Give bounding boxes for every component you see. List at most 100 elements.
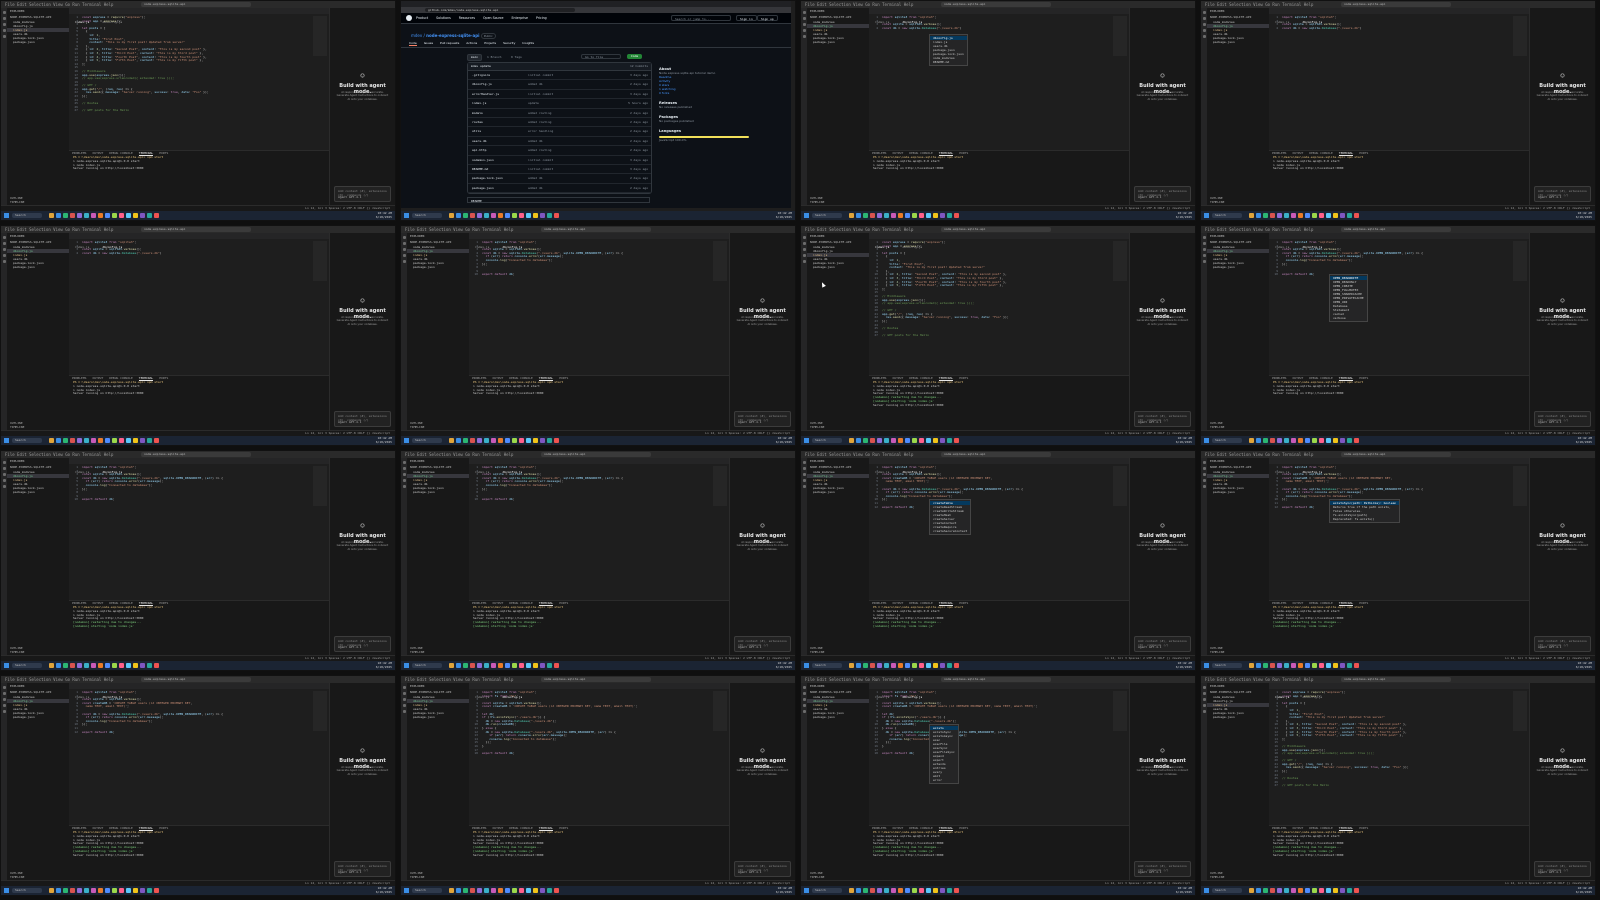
- minimap[interactable]: [1513, 241, 1527, 281]
- repo-tab[interactable]: Security: [503, 41, 515, 45]
- taskbar-app-icon[interactable]: [526, 888, 531, 893]
- minimap[interactable]: [1513, 16, 1527, 56]
- taskbar-app-icon[interactable]: [105, 213, 110, 218]
- taskbar-app-icon[interactable]: [147, 663, 152, 668]
- windows-start-icon[interactable]: [404, 438, 409, 443]
- taskbar-app-icon[interactable]: [1326, 888, 1331, 893]
- taskbar-app-icon[interactable]: [1305, 663, 1310, 668]
- file-row[interactable]: .gitignore initial commit 3 days ago: [468, 71, 651, 81]
- search-icon[interactable]: [802, 692, 806, 695]
- code-editor[interactable]: index.js dbconfig.js 1 import sqlite3 from …: [869, 458, 1129, 600]
- taskbar-app-icon[interactable]: [133, 663, 138, 668]
- search-icon[interactable]: [402, 242, 406, 245]
- chat-input[interactable]: Add context (#), extensions (@), command…: [334, 636, 391, 652]
- taskbar-app-icon[interactable]: [540, 213, 545, 218]
- source-control-icon[interactable]: [802, 248, 806, 251]
- taskbar-app-icon[interactable]: [463, 438, 468, 443]
- taskbar-app-icon[interactable]: [547, 888, 552, 893]
- chat-input[interactable]: Add context (#), extensions (@), command…: [1134, 186, 1191, 202]
- taskbar-app-icon[interactable]: [919, 888, 924, 893]
- taskbar-app-icon[interactable]: [856, 888, 861, 893]
- taskbar-app-icon[interactable]: [870, 213, 875, 218]
- search-icon[interactable]: [802, 17, 806, 20]
- file-commit-message[interactable]: initial commit: [528, 156, 553, 164]
- taskbar-search[interactable]: Search: [812, 213, 842, 218]
- extensions-icon[interactable]: [802, 485, 806, 488]
- extensions-icon[interactable]: [1202, 710, 1206, 713]
- taskbar-app-icon[interactable]: [891, 663, 896, 668]
- taskbar-app-icon[interactable]: [140, 438, 145, 443]
- command-center[interactable]: node-express-sqlite-api: [1341, 677, 1451, 682]
- explorer-icon[interactable]: [2, 461, 6, 464]
- explorer-icon[interactable]: [402, 686, 406, 689]
- taskbar-app-icon[interactable]: [877, 213, 882, 218]
- taskbar-app-icon[interactable]: [954, 213, 959, 218]
- taskbar-app-icon[interactable]: [84, 663, 89, 668]
- taskbar-app-icon[interactable]: [1319, 663, 1324, 668]
- taskbar-app-icon[interactable]: [891, 438, 896, 443]
- taskbar-app-icon[interactable]: [1249, 888, 1254, 893]
- code-editor[interactable]: index.js dbconfig.js 1 import sqlite3 from …: [469, 233, 729, 375]
- explorer-file-item[interactable]: package.json: [1207, 265, 1269, 269]
- suggestion-item[interactable]: Deprecated: fs.exists(): [1330, 517, 1399, 521]
- windows-start-icon[interactable]: [1204, 888, 1209, 893]
- github-logo-icon[interactable]: [406, 15, 412, 21]
- code-dropdown-button[interactable]: Code: [627, 54, 643, 59]
- chat-mode-picker[interactable]: Agent GPT-4.1: [738, 420, 761, 424]
- taskbar-app-icon[interactable]: [912, 663, 917, 668]
- file-commit-message[interactable]: update: [528, 99, 539, 107]
- file-name[interactable]: package.json: [472, 184, 494, 192]
- source-control-icon[interactable]: [2, 473, 6, 476]
- taskbar-app-icon[interactable]: [126, 888, 131, 893]
- command-center[interactable]: node-express-sqlite-api: [141, 452, 251, 457]
- taskbar-app-icon[interactable]: [891, 888, 896, 893]
- chat-mode-picker[interactable]: Agent GPT-4.1: [338, 420, 361, 424]
- terminal-panel[interactable]: PROBLEMS OUTPUT DEBUG CONSOLE TERMINAL PORTS…: [869, 150, 1129, 209]
- search-icon[interactable]: [1202, 17, 1206, 20]
- minimap[interactable]: [1513, 466, 1527, 506]
- sidebar-section-timeline[interactable]: TIMELINE: [10, 650, 24, 654]
- search-icon[interactable]: [2, 17, 6, 20]
- menu-bar[interactable]: File Edit Selection View Go Run Terminal…: [5, 227, 113, 232]
- run-debug-icon[interactable]: [2, 704, 6, 707]
- taskbar-app-icon[interactable]: [884, 213, 889, 218]
- menu-bar[interactable]: File Edit Selection View Go Run Terminal…: [805, 452, 913, 457]
- taskbar-app-icon[interactable]: [470, 213, 475, 218]
- taskbar-app-icon[interactable]: [849, 213, 854, 218]
- taskbar-app-icon[interactable]: [1284, 663, 1289, 668]
- file-commit-message[interactable]: added db: [528, 80, 542, 88]
- suggestion-widget[interactable]: exists existsSync existsAsync exec execFile e…: [929, 723, 959, 784]
- taskbar-app-icon[interactable]: [133, 213, 138, 218]
- taskbar-app-icon[interactable]: [919, 663, 924, 668]
- taskbar-app-icon[interactable]: [554, 438, 559, 443]
- file-commit-message[interactable]: added db: [528, 184, 542, 192]
- taskbar-app-icon[interactable]: [505, 888, 510, 893]
- menu-bar[interactable]: File Edit Selection View Go Run Terminal…: [5, 452, 113, 457]
- taskbar-app-icon[interactable]: [1256, 438, 1261, 443]
- taskbar-app-icon[interactable]: [147, 213, 152, 218]
- terminal-panel[interactable]: PROBLEMS OUTPUT DEBUG CONSOLE TERMINAL PORTS…: [869, 825, 1129, 884]
- minimap[interactable]: [313, 691, 327, 731]
- taskbar-app-icon[interactable]: [870, 438, 875, 443]
- taskbar-app-icon[interactable]: [512, 888, 517, 893]
- github-nav-item[interactable]: Open Source: [483, 16, 503, 20]
- chat-input[interactable]: Add context (#), extensions (@), command…: [734, 861, 791, 877]
- taskbar-app-icon[interactable]: [1347, 438, 1352, 443]
- taskbar-app-icon[interactable]: [954, 888, 959, 893]
- taskbar-app-icon[interactable]: [1340, 663, 1345, 668]
- explorer-icon[interactable]: [802, 461, 806, 464]
- taskbar-app-icon[interactable]: [126, 663, 131, 668]
- taskbar-app-icon[interactable]: [1263, 888, 1268, 893]
- taskbar-app-icon[interactable]: [526, 438, 531, 443]
- chat-input[interactable]: Add context (#), extensions (@), command…: [1534, 186, 1591, 202]
- taskbar-app-icon[interactable]: [947, 213, 952, 218]
- run-debug-icon[interactable]: [802, 704, 806, 707]
- code-editor[interactable]: index.js dbconfig.js 1 import sqlite3 from …: [69, 458, 329, 600]
- taskbar-app-icon[interactable]: [1298, 888, 1303, 893]
- taskbar-search[interactable]: Search: [812, 663, 842, 668]
- explorer-icon[interactable]: [1202, 461, 1206, 464]
- taskbar-app-icon[interactable]: [533, 663, 538, 668]
- command-center[interactable]: node-express-sqlite-api: [941, 227, 1051, 232]
- extensions-icon[interactable]: [802, 710, 806, 713]
- sidebar-section-timeline[interactable]: TIMELINE: [10, 200, 24, 204]
